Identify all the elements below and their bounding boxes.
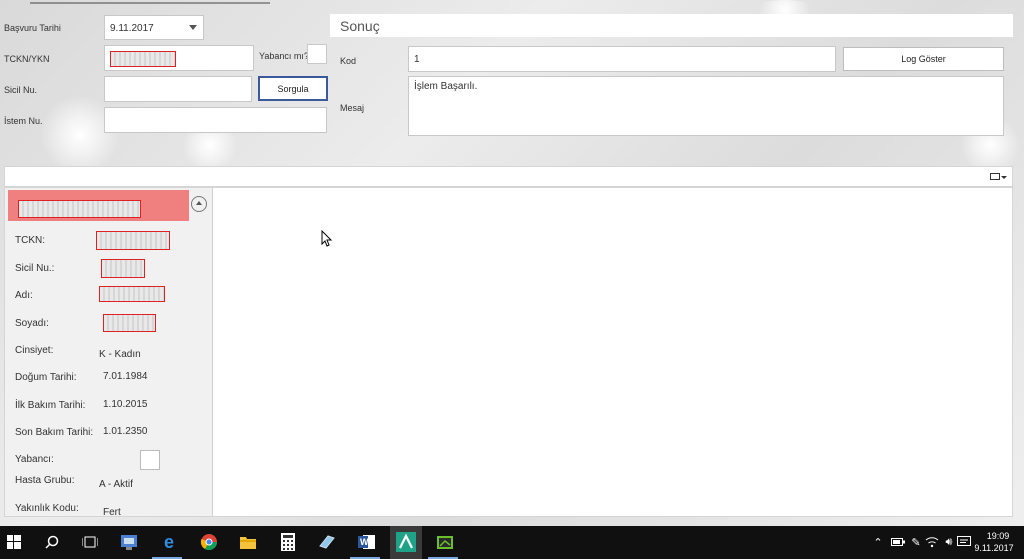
dogum-tarihi-field-label: Doğum Tarihi: — [15, 372, 77, 383]
tckn-field-label: TCKN: — [15, 235, 45, 246]
istem-label: İstem Nu. — [4, 116, 43, 126]
sonuc-title: Sonuç — [340, 18, 380, 34]
ilk-bakim-tarihi-value: 1.10.2015 — [103, 399, 148, 410]
redacted-adi-value — [99, 286, 165, 302]
patient-card-header — [8, 190, 189, 221]
taskbar: e W ⌃ ✎ 🔊︎ 19:09 9.11.2017 — [0, 526, 1024, 559]
ilk-bakim-tarihi-field-label: İlk Bakım Tarihi: — [15, 400, 86, 411]
calculator-icon[interactable] — [277, 531, 299, 553]
kod-value: 1 — [414, 54, 420, 65]
tckn-ykn-label: TCKN/YKN — [4, 54, 50, 64]
results-toolbar — [4, 166, 1013, 187]
redacted-tckn — [110, 51, 176, 67]
redacted-sicil-value — [101, 259, 145, 278]
word-icon[interactable]: W — [356, 531, 378, 553]
son-bakim-tarihi-field-label: Son Bakım Tarihi: — [15, 427, 94, 438]
yabanci-field-checkbox[interactable] — [140, 450, 160, 470]
notebook-app-icon[interactable] — [316, 531, 338, 553]
kod-label: Kod — [340, 56, 357, 66]
kod-field[interactable]: 1 — [408, 46, 836, 72]
dogum-tarihi-value: 7.01.1984 — [103, 371, 148, 382]
basvuru-tarihi-value: 9.11.2017 — [110, 23, 154, 34]
view-options-icon[interactable] — [990, 173, 1000, 180]
yakinlik-kodu-field-label: Yakınlık Kodu: — [15, 503, 79, 514]
sicil-field-label: Sicil Nu.: — [15, 263, 55, 274]
redacted-patient-name — [18, 200, 141, 218]
network-app-icon[interactable] — [118, 531, 140, 553]
chrome-browser-icon[interactable] — [198, 531, 220, 553]
mesaj-label: Mesaj — [340, 103, 365, 113]
sorgula-button[interactable]: Sorgula — [258, 76, 328, 101]
screen-capture-icon[interactable] — [434, 531, 456, 553]
clock-time[interactable]: 19:09 — [978, 531, 1018, 541]
clock-date[interactable]: 9.11.2017 — [970, 543, 1018, 553]
cinsiyet-value: K - Kadın — [99, 349, 141, 360]
task-view-icon[interactable] — [79, 531, 101, 553]
yakinlik-kodu-value: Fert — [103, 507, 121, 516]
mesaj-value: İşlem Başarılı. — [414, 81, 478, 92]
soyadi-field-label: Soyadı: — [15, 318, 49, 329]
file-explorer-icon[interactable] — [237, 531, 259, 553]
edge-browser-icon[interactable]: e — [158, 531, 180, 553]
chevron-up-icon[interactable]: ⌃ — [867, 531, 889, 553]
log-goster-button[interactable]: Log Göster — [843, 47, 1004, 71]
svg-text:W: W — [360, 537, 369, 547]
sonuc-header: Sonuç — [330, 14, 1013, 37]
yabanci-checkbox[interactable] — [307, 44, 327, 64]
sicil-input[interactable] — [104, 76, 252, 102]
sicil-label: Sicil Nu. — [4, 85, 38, 95]
active-app-icon[interactable] — [395, 531, 417, 553]
basvuru-tarihi-datepicker[interactable]: 9.11.2017 — [104, 15, 204, 40]
tckn-input[interactable] — [104, 45, 254, 71]
yabanci-label: Yabancı mı? — [259, 51, 309, 61]
patient-card: TCKN: Sicil Nu.: Adı: Soyadı: Cinsiyet: … — [5, 188, 213, 516]
app-title-fragment — [30, 0, 270, 4]
cinsiyet-field-label: Cinsiyet: — [15, 345, 54, 356]
redacted-tckn-value — [96, 231, 170, 250]
search-icon[interactable] — [41, 531, 63, 553]
yabanci-field-label: Yabancı: — [15, 454, 54, 465]
adi-field-label: Adı: — [15, 290, 33, 301]
chevron-down-icon — [189, 25, 197, 30]
hasta-grubu-field-label: Hasta Grubu: — [15, 475, 75, 486]
istem-input[interactable] — [104, 107, 327, 133]
basvuru-tarihi-label: Başvuru Tarihi — [4, 23, 61, 33]
collapse-icon[interactable] — [191, 196, 207, 212]
hasta-grubu-value: A - Aktif — [99, 479, 133, 490]
windows-start-icon[interactable] — [3, 531, 25, 553]
redacted-soyadi-value — [103, 314, 156, 332]
mouse-cursor-icon — [321, 230, 333, 247]
chevron-down-icon — [1001, 176, 1007, 179]
son-bakim-tarihi-value: 1.01.2350 — [103, 426, 148, 437]
mesaj-field[interactable]: İşlem Başarılı. — [408, 76, 1004, 136]
